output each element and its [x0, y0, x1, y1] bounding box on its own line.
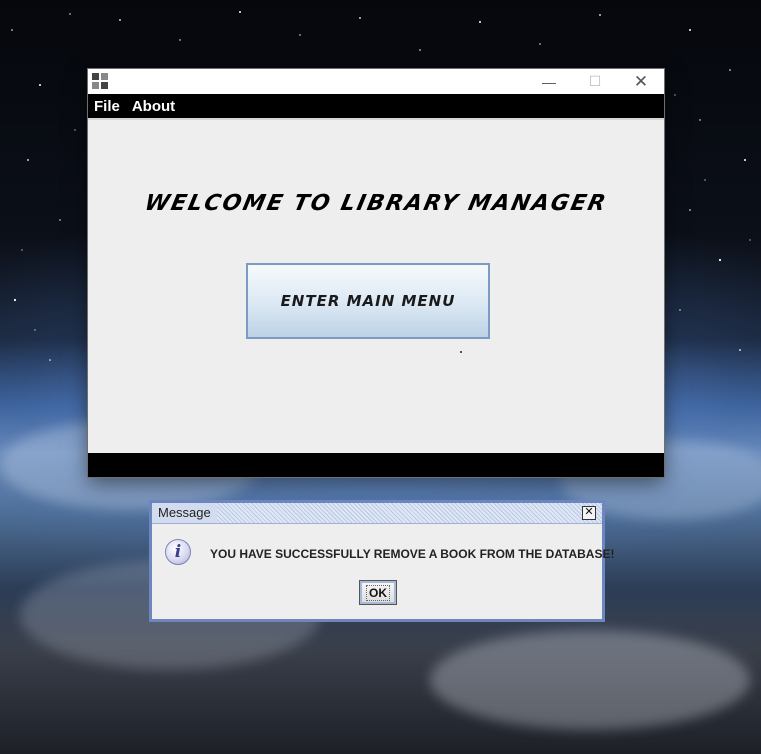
menu-file[interactable]: File: [94, 98, 120, 115]
ok-button[interactable]: OK: [359, 580, 397, 605]
bottom-bar: [88, 453, 664, 477]
dialog-title: Message: [152, 503, 217, 523]
message-dialog: Message ✕ i YOU HAVE SUCCESSFULLY REMOVE…: [149, 500, 614, 622]
enter-main-menu-button[interactable]: ENTER MAIN MENU: [246, 263, 490, 339]
info-icon: i: [165, 539, 191, 565]
stray-pixel: [460, 351, 462, 353]
java-app-icon: [92, 73, 108, 89]
welcome-heading: WELCOME TO LIBRARY MANAGER: [142, 191, 610, 216]
cloud-decoration: [430, 630, 750, 730]
close-icon[interactable]: ✕: [618, 69, 664, 94]
ok-label: OK: [366, 584, 390, 601]
library-manager-window: — ☐ ✕ File About WELCOME TO LIBRARY MANA…: [88, 69, 664, 477]
minimize-icon[interactable]: —: [526, 69, 572, 94]
window-titlebar[interactable]: — ☐ ✕: [88, 69, 664, 94]
maximize-icon[interactable]: ☐: [572, 69, 618, 94]
dialog-message: YOU HAVE SUCCESSFULLY REMOVE A BOOK FROM…: [210, 547, 615, 561]
dialog-close-icon[interactable]: ✕: [582, 506, 596, 520]
menu-bar: File About: [88, 94, 664, 120]
menu-about[interactable]: About: [132, 98, 175, 115]
dialog-titlebar[interactable]: Message ✕: [152, 503, 602, 524]
